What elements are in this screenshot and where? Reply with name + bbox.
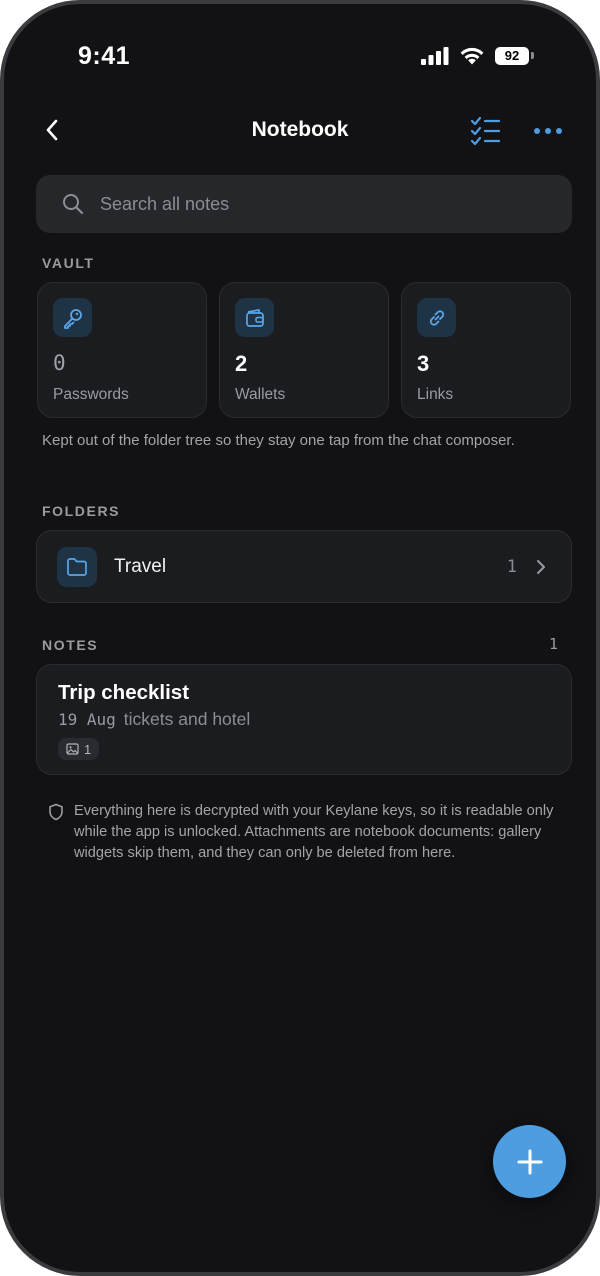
link-icon <box>429 309 444 326</box>
vault-card-passwords[interactable]: 0 Passwords <box>37 282 207 418</box>
plus-icon <box>517 1149 542 1174</box>
chevron-right-icon <box>537 560 545 574</box>
folder-row-travel[interactable]: Travel 1 <box>36 530 572 603</box>
battery-level: 92 <box>495 46 529 65</box>
wifi-icon <box>460 47 484 65</box>
note-title: Trip checklist <box>58 681 190 704</box>
note-meta: 19 Aug tickets and hotel <box>58 709 250 730</box>
checklist-icon <box>470 116 501 146</box>
screen: 9:41 92 Notebook Search all notes VAULT … <box>4 4 596 1272</box>
folder-count: 1 <box>506 557 517 577</box>
search-input[interactable]: Search all notes <box>36 175 572 233</box>
vault-label: Links <box>417 386 454 403</box>
shield-icon <box>49 803 63 821</box>
security-note: Everything here is decrypted with your K… <box>48 801 568 864</box>
key-icon <box>63 308 82 329</box>
attachment-badge: 1 <box>58 738 100 760</box>
attachment-count: 1 <box>84 741 92 757</box>
notes-count: 1 <box>548 635 558 653</box>
security-note-text: Everything here is decrypted with your K… <box>74 803 554 861</box>
image-icon <box>66 743 79 755</box>
phone-frame: 9:41 92 Notebook Search all notes VAULT … <box>0 0 600 1276</box>
vault-card-links[interactable]: 3 Links <box>401 282 571 418</box>
search-placeholder: Search all notes <box>100 193 230 214</box>
vault-count: 2 <box>235 351 248 376</box>
add-note-button[interactable] <box>493 1125 566 1198</box>
search-icon <box>63 194 84 215</box>
page-title: Notebook <box>251 118 349 141</box>
checklist-button[interactable] <box>468 116 502 146</box>
folders-section-label: FOLDERS <box>42 503 121 519</box>
vault-caption: Kept out of the folder tree so they stay… <box>42 432 515 449</box>
signal-icon <box>421 46 449 65</box>
more-button[interactable] <box>532 120 564 142</box>
vault-count: 3 <box>417 351 430 376</box>
note-preview: tickets and hotel <box>123 709 251 729</box>
notes-section-label: NOTES <box>42 637 99 653</box>
note-card[interactable]: Trip checklist 19 Aug tickets and hotel 1 <box>36 664 572 775</box>
vault-count: 0 <box>53 351 66 375</box>
more-horizontal-icon <box>534 128 562 134</box>
folder-name: Travel <box>114 556 167 577</box>
vault-card-wallets[interactable]: 2 Wallets <box>219 282 389 418</box>
wallet-icon <box>245 308 264 327</box>
status-time: 9:41 <box>78 42 131 70</box>
battery-icon: 92 <box>495 46 534 65</box>
vault-section-label: VAULT <box>42 255 95 271</box>
vault-label: Wallets <box>235 386 286 403</box>
vault-label: Passwords <box>53 386 129 403</box>
note-date: 19 Aug <box>58 710 116 729</box>
folder-icon <box>67 558 87 576</box>
status-icons: 92 <box>421 46 534 65</box>
